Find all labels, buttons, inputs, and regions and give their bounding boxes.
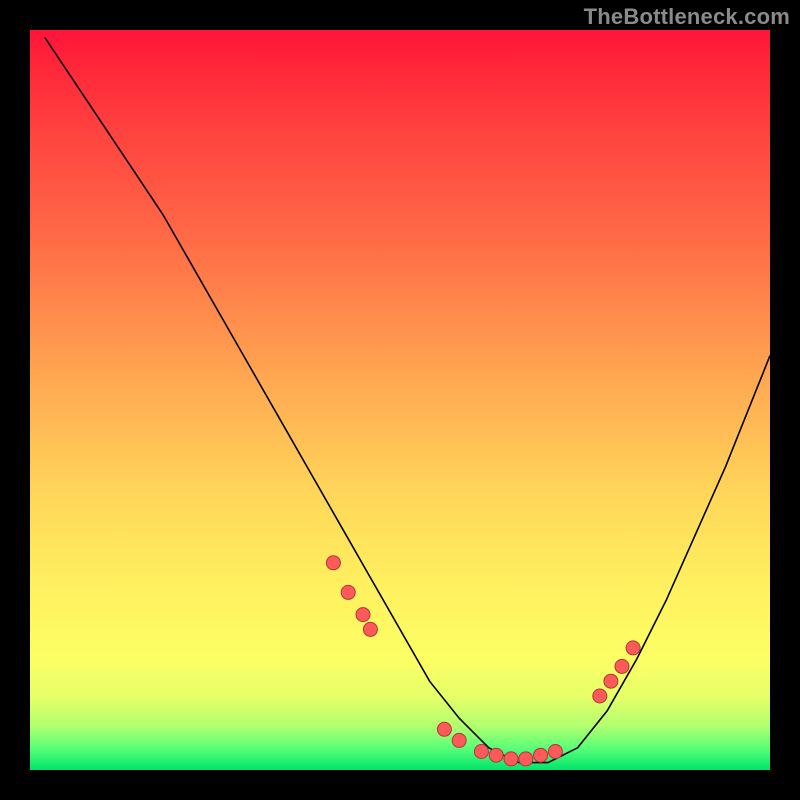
highlight-dot [363, 622, 377, 636]
highlight-dot [626, 641, 640, 655]
chart-svg [30, 30, 770, 770]
highlight-dot [548, 745, 562, 759]
highlight-dots-group [326, 556, 640, 766]
highlight-dot [326, 556, 340, 570]
plot-area [30, 30, 770, 770]
highlight-dot [474, 745, 488, 759]
highlight-dot [504, 752, 518, 766]
highlight-dot [437, 722, 451, 736]
bottleneck-curve [45, 37, 770, 762]
highlight-dot [615, 659, 629, 673]
watermark-text: TheBottleneck.com [584, 4, 790, 30]
highlight-dot [604, 674, 618, 688]
highlight-dot [356, 608, 370, 622]
chart-stage: TheBottleneck.com [0, 0, 800, 800]
highlight-dot [534, 748, 548, 762]
highlight-dot [489, 748, 503, 762]
highlight-dot [519, 752, 533, 766]
highlight-dot [593, 689, 607, 703]
highlight-dot [452, 733, 466, 747]
highlight-dot [341, 585, 355, 599]
